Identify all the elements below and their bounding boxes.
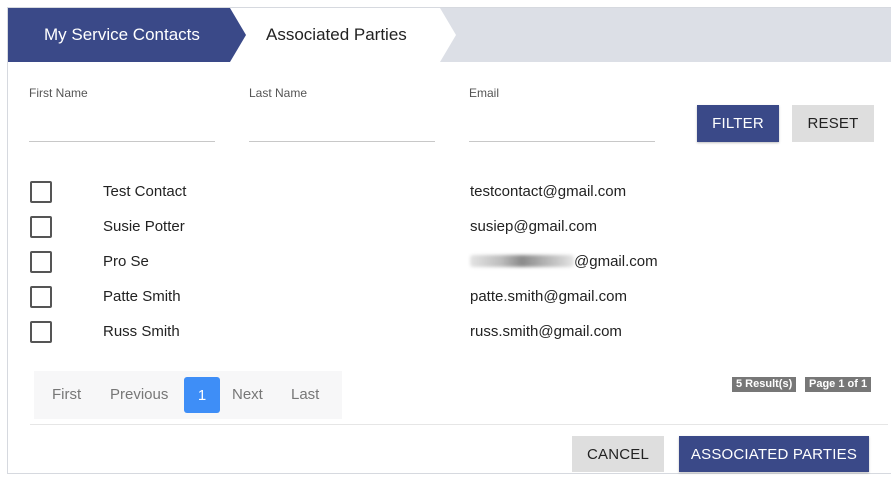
contact-checkbox[interactable] [30, 251, 52, 273]
filter-button[interactable]: FILTER [697, 105, 779, 142]
contact-email: @gmail.com [470, 253, 658, 270]
tab-associated-parties-label: Associated Parties [266, 25, 407, 44]
tab-associated-parties[interactable]: Associated Parties [230, 8, 456, 62]
last-name-input[interactable] [249, 110, 435, 142]
list-item: Pro Se @gmail.com [30, 250, 890, 274]
page-current-button[interactable]: 1 [184, 377, 220, 413]
contact-name: Patte Smith [103, 288, 181, 305]
pagination: First Previous 1 Next Last [34, 371, 342, 419]
list-item: Russ Smith russ.smith@gmail.com [30, 320, 890, 344]
tab-my-service-contacts[interactable]: My Service Contacts [8, 8, 246, 62]
reset-button[interactable]: RESET [792, 105, 874, 142]
email-field: Email [469, 86, 655, 142]
email-input[interactable] [469, 110, 655, 142]
last-name-label: Last Name [249, 86, 308, 100]
contact-email: russ.smith@gmail.com [470, 323, 622, 340]
contact-checkbox[interactable] [30, 181, 52, 203]
list-item: Susie Potter susiep@gmail.com [30, 215, 890, 239]
contact-checkbox[interactable] [30, 286, 52, 308]
page-next-link[interactable]: Next [232, 386, 263, 403]
first-name-label: First Name [29, 86, 88, 100]
contact-checkbox[interactable] [30, 216, 52, 238]
page-last-link[interactable]: Last [291, 386, 319, 403]
service-contacts-dialog: Associated Parties My Service Contacts F… [7, 7, 891, 474]
list-item: Patte Smith patte.smith@gmail.com [30, 285, 890, 309]
contact-name: Russ Smith [103, 323, 180, 340]
contact-name: Test Contact [103, 183, 187, 200]
page-first-link[interactable]: First [52, 386, 81, 403]
associated-parties-button[interactable]: ASSOCIATED PARTIES [679, 436, 869, 472]
cancel-button[interactable]: CANCEL [572, 436, 664, 472]
page-info-badge: Page 1 of 1 [805, 377, 872, 392]
footer-divider [30, 424, 888, 425]
contact-email: susiep@gmail.com [470, 218, 597, 235]
contact-email: patte.smith@gmail.com [470, 288, 627, 305]
contact-name: Susie Potter [103, 218, 185, 235]
tab-bar: Associated Parties My Service Contacts [8, 8, 891, 62]
tab-my-service-contacts-label: My Service Contacts [44, 25, 200, 44]
first-name-field: First Name [29, 86, 215, 142]
contact-name: Pro Se [103, 253, 149, 270]
page-previous-link[interactable]: Previous [110, 386, 168, 403]
first-name-input[interactable] [29, 110, 215, 142]
contact-checkbox[interactable] [30, 321, 52, 343]
email-label: Email [469, 86, 500, 100]
redacted-email-prefix [470, 254, 574, 267]
list-item: Test Contact testcontact@gmail.com [30, 180, 890, 204]
contact-email: testcontact@gmail.com [470, 183, 627, 200]
contact-email-domain: @gmail.com [574, 253, 658, 270]
results-count-badge: 5 Result(s) [732, 377, 797, 392]
last-name-field: Last Name [249, 86, 435, 142]
